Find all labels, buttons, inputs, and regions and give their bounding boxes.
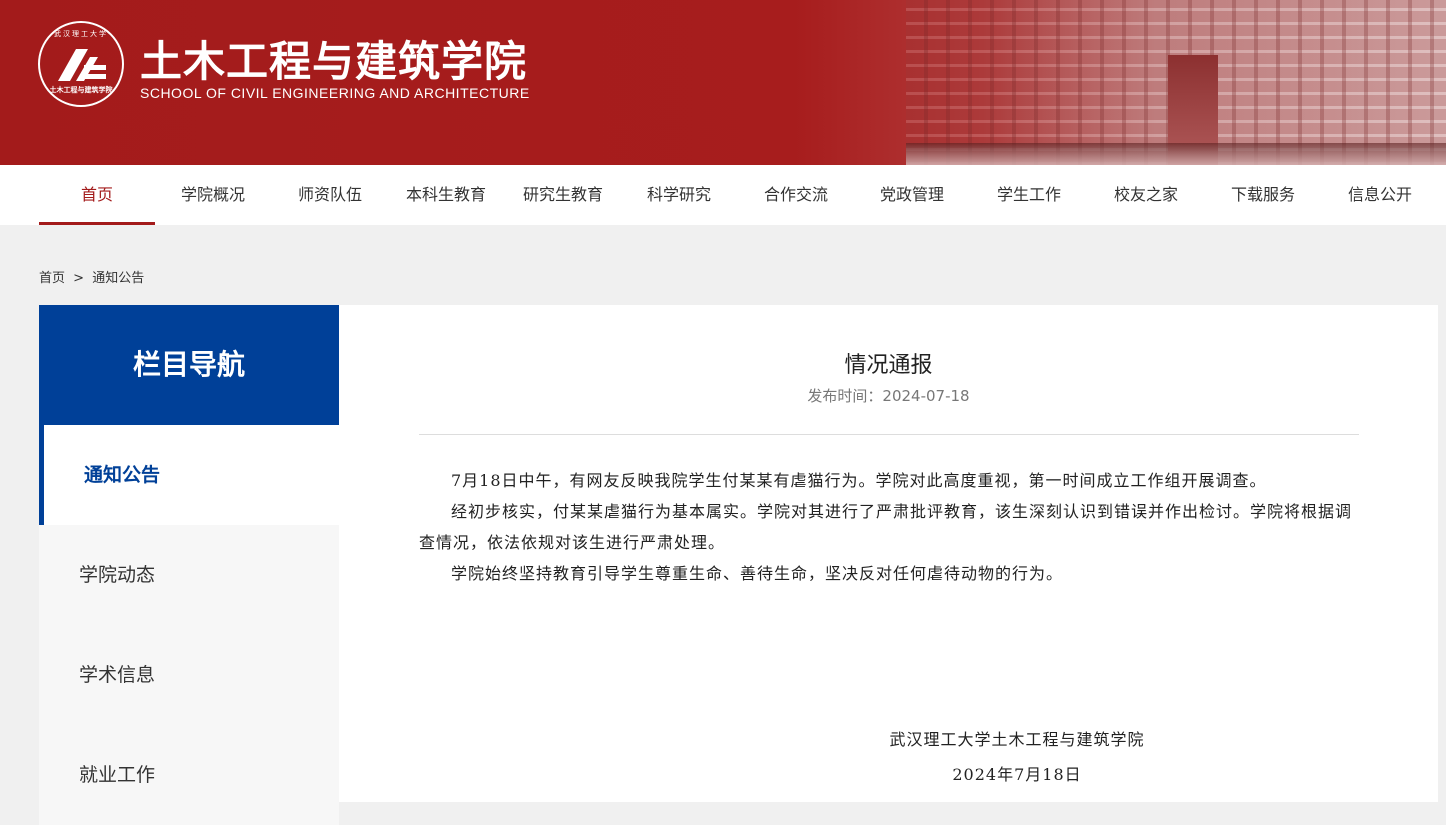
nav-party-admin[interactable]: 党政管理	[854, 165, 970, 225]
logo-arc-text: 武汉理工大学	[54, 30, 108, 38]
article-body: 7月18日中午，有网友反映我院学生付某某有虐猫行为。学院对此高度重视，第一时间成…	[419, 465, 1359, 589]
sidebar-item-notices[interactable]: 通知公告	[39, 425, 339, 525]
breadcrumb-separator: >	[73, 271, 85, 286]
nav-cooperation[interactable]: 合作交流	[738, 165, 854, 225]
site-title: 土木工程与建筑学院	[140, 37, 528, 86]
article-panel: 情况通报 发布时间：2024-07-18 7月18日中午，有网友反映我院学生付某…	[339, 305, 1438, 802]
sidebar-item-news[interactable]: 学院动态	[39, 525, 339, 625]
header-building-ground	[906, 143, 1446, 165]
article-paragraph: 7月18日中午，有网友反映我院学生付某某有虐猫行为。学院对此高度重视，第一时间成…	[451, 471, 1267, 490]
nav-research[interactable]: 科学研究	[621, 165, 737, 225]
sidebar-item-academic[interactable]: 学术信息	[39, 625, 339, 725]
nav-home[interactable]: 首页	[39, 165, 155, 225]
nav-info-disclosure[interactable]: 信息公开	[1322, 165, 1438, 225]
site-subtitle: SCHOOL OF CIVIL ENGINEERING AND ARCHITEC…	[140, 85, 530, 101]
nav-downloads[interactable]: 下载服务	[1205, 165, 1321, 225]
nav-about[interactable]: 学院概况	[155, 165, 271, 225]
breadcrumb-current[interactable]: 通知公告	[92, 271, 144, 286]
main-nav: 首页 学院概况 师资队伍 本科生教育 研究生教育 科学研究 合作交流 党政管理 …	[0, 165, 1446, 225]
logo-emblem-icon	[58, 49, 106, 81]
nav-graduate[interactable]: 研究生教育	[505, 165, 621, 225]
site-header: 武汉理工大学 土木工程与建筑学院 土木工程与建筑学院 SCHOOL OF CIV…	[0, 0, 1446, 165]
nav-undergraduate[interactable]: 本科生教育	[388, 165, 504, 225]
article-paragraph: 经初步核实，付某某虐猫行为基本属实。学院对其进行了严肃批评教育，该生深刻认识到错…	[419, 502, 1353, 552]
article-paragraph: 学院始终坚持教育引导学生尊重生命、善待生命，坚决反对任何虐待动物的行为。	[451, 564, 1064, 583]
logo-caption: 土木工程与建筑学院	[49, 86, 113, 94]
sidebar-heading: 栏目导航	[39, 305, 339, 425]
title-divider	[419, 434, 1359, 435]
article-title: 情况通报	[844, 353, 933, 378]
article-date: 发布时间：2024-07-18	[807, 387, 970, 405]
signature-date: 2024年7月18日	[952, 765, 1082, 784]
nav-student-work[interactable]: 学生工作	[971, 165, 1087, 225]
nav-alumni[interactable]: 校友之家	[1088, 165, 1204, 225]
breadcrumb: 首页 > 通知公告	[39, 267, 148, 286]
school-logo[interactable]: 武汉理工大学 土木工程与建筑学院	[38, 21, 124, 107]
breadcrumb-home[interactable]: 首页	[39, 271, 65, 286]
signature-org: 武汉理工大学土木工程与建筑学院	[889, 730, 1145, 749]
sidebar-item-employment[interactable]: 就业工作	[39, 725, 339, 825]
nav-faculty[interactable]: 师资队伍	[272, 165, 388, 225]
